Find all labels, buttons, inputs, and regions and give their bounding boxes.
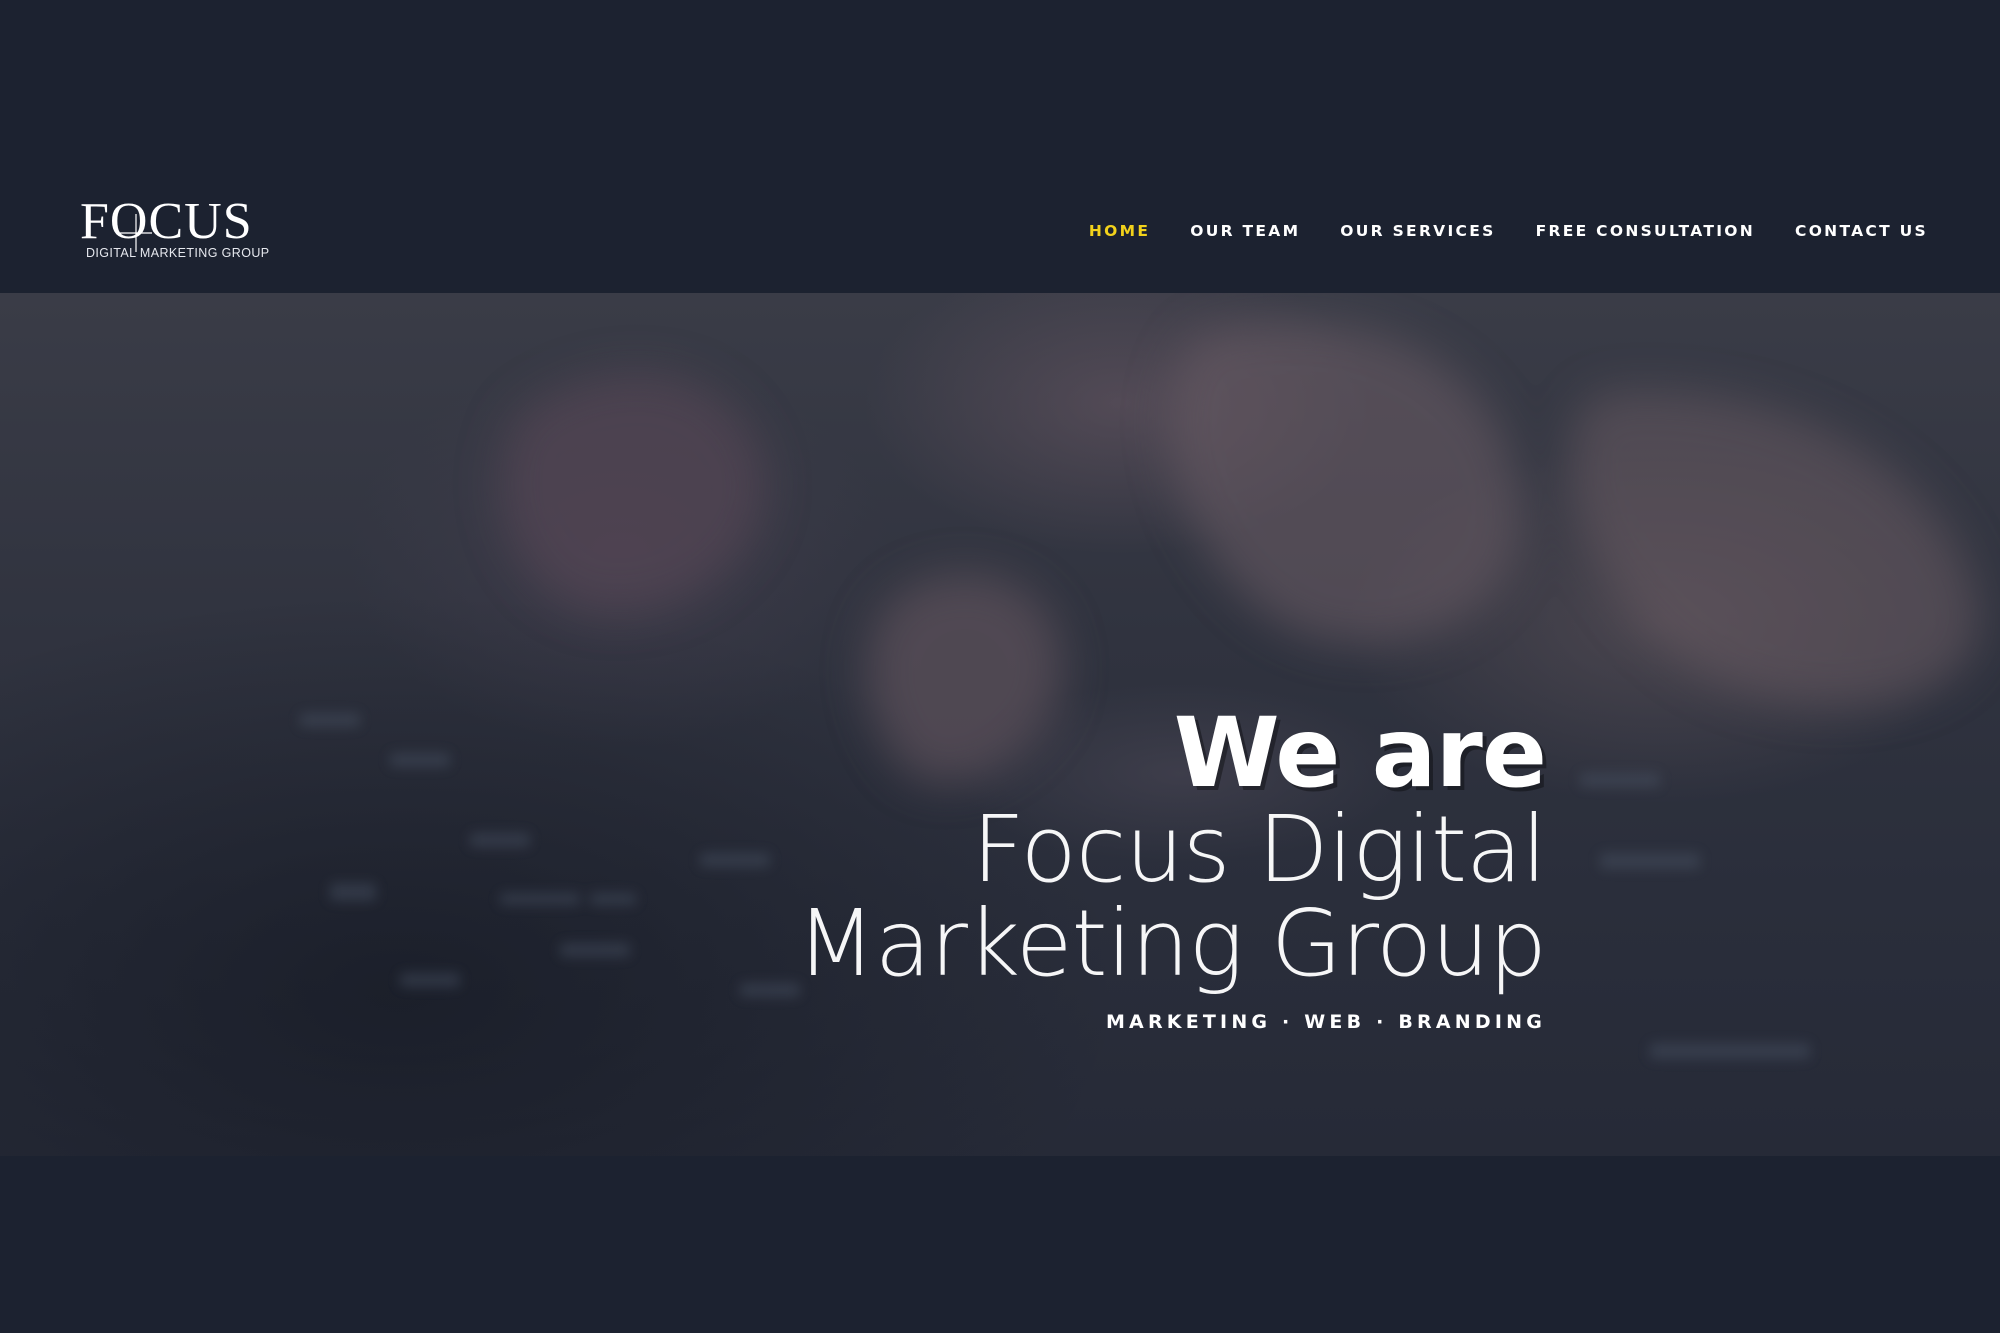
below-hero-band [0, 1156, 2000, 1333]
nav-item-our-services[interactable]: OUR SERVICES [1340, 222, 1495, 240]
brand-logo[interactable]: FOCUS DIGITAL MARKETING GROUP [80, 196, 280, 262]
hero-headline-block: We are Focus Digital Marketing Group MAR… [796, 697, 1547, 1033]
site-header: FOCUS DIGITAL MARKETING GROUP HOME OUR T… [0, 0, 2000, 293]
hero-subtitle: MARKETING · WEB · BRANDING [1105, 1011, 1546, 1033]
hero-title-line-2: Focus Digital [971, 796, 1547, 903]
hero-title-line-3: Marketing Group [796, 890, 1547, 997]
nav-item-home[interactable]: HOME [1089, 222, 1150, 240]
hero-title-line-1: We are [1173, 697, 1547, 809]
nav-item-our-team[interactable]: OUR TEAM [1190, 222, 1300, 240]
nav-item-contact-us[interactable]: CONTACT US [1795, 222, 1928, 240]
nav-item-free-consultation[interactable]: FREE CONSULTATION [1536, 222, 1755, 240]
logo-tagline: DIGITAL MARKETING GROUP [86, 246, 270, 260]
main-nav: HOME OUR TEAM OUR SERVICES FREE CONSULTA… [1089, 222, 1928, 240]
hero-banner: We are Focus Digital Marketing Group MAR… [0, 293, 2000, 1156]
